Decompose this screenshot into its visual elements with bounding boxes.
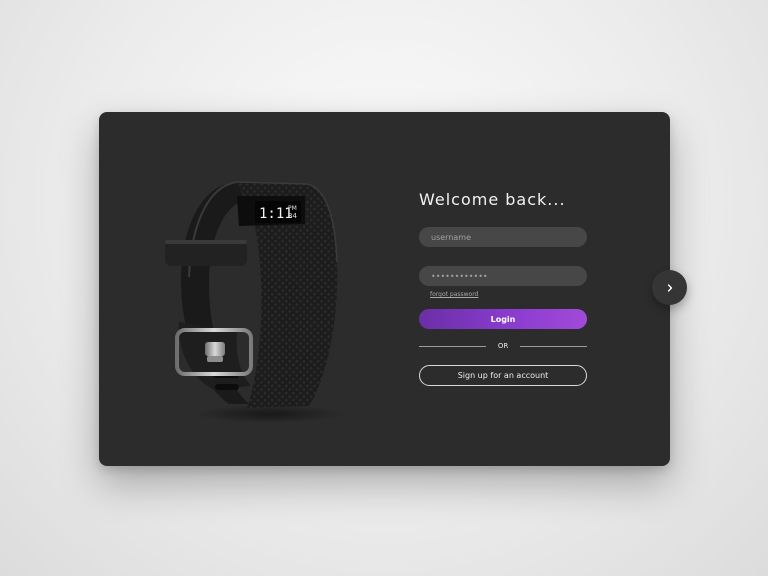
signup-button[interactable]: Sign up for an account — [419, 365, 587, 386]
fitness-tracker-image: 1:11 PM 34 — [159, 172, 349, 423]
or-divider: OR — [419, 341, 587, 351]
username-input[interactable] — [419, 227, 587, 247]
forgot-password-link[interactable]: forgot password — [430, 291, 587, 299]
chevron-right-icon — [666, 280, 674, 295]
next-button[interactable] — [652, 270, 687, 305]
login-card: 1:11 PM 34 Welcome back... forgot passwo… — [99, 112, 670, 466]
divider-line-right — [520, 345, 587, 347]
or-label: OR — [497, 342, 509, 350]
watch-meridiem-text: PM — [288, 205, 297, 212]
login-button[interactable]: Login — [419, 309, 587, 329]
divider-line-left — [419, 345, 486, 347]
login-form: Welcome back... forgot password Login OR… — [419, 190, 587, 386]
welcome-title: Welcome back... — [419, 190, 566, 209]
watch-seconds-text: 34 — [288, 212, 297, 220]
password-input[interactable] — [419, 266, 587, 286]
